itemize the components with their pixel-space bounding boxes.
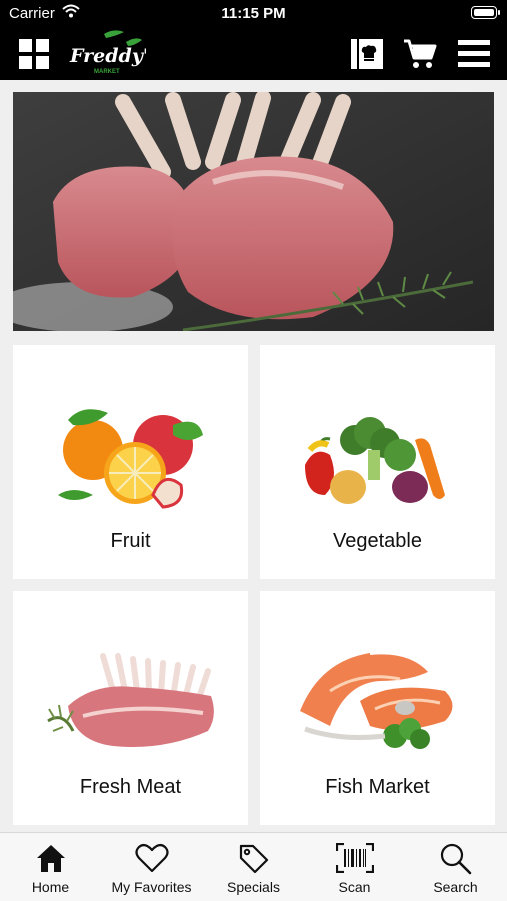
- chef-hat-book-icon[interactable]: [350, 28, 384, 80]
- tab-label: My Favorites: [111, 879, 192, 895]
- fresh-meat-image: [47, 653, 214, 747]
- cart-icon[interactable]: [402, 28, 438, 80]
- category-tile-vegetable[interactable]: Vegetable: [260, 345, 495, 579]
- top-nav-bar: Freddy's MARKET: [0, 28, 507, 80]
- category-label: Vegetable: [333, 530, 422, 552]
- tab-label: Search: [433, 879, 478, 895]
- status-bar: Carrier 11:15 PM: [0, 0, 507, 28]
- category-tile-fruit[interactable]: Fruit: [13, 345, 248, 579]
- grid-menu-icon[interactable]: [16, 28, 52, 80]
- tab-scan[interactable]: Scan: [304, 833, 405, 901]
- fruit-image: [58, 409, 203, 509]
- hamburger-menu-icon[interactable]: [456, 28, 492, 80]
- clock: 11:15 PM: [221, 5, 286, 22]
- category-tile-fish-market[interactable]: Fish Market: [260, 591, 495, 825]
- logo-text: Freddy's: [69, 45, 146, 67]
- heart-icon: [134, 843, 169, 873]
- battery-icon: [471, 6, 500, 19]
- tab-my-favorites[interactable]: My Favorites: [101, 833, 202, 901]
- home-content: Fruit Vegetable Fresh Meat Fish Market: [0, 80, 507, 832]
- bottom-tab-bar: Home My Favorites Specials Scan Search: [0, 832, 507, 901]
- logo-subtext: MARKET: [94, 69, 120, 75]
- barcode-icon: [335, 843, 374, 873]
- tab-label: Specials: [227, 879, 280, 895]
- lamb-rack-banner-image[interactable]: [13, 92, 494, 331]
- vegetable-image: [305, 417, 445, 504]
- tab-home[interactable]: Home: [0, 833, 101, 901]
- category-label: Fish Market: [325, 776, 430, 798]
- category-label: Fresh Meat: [79, 776, 182, 798]
- category-label: Fruit: [110, 530, 151, 552]
- fish-market-image: [300, 650, 453, 749]
- home-icon: [36, 845, 65, 872]
- tag-icon: [239, 844, 268, 874]
- category-tile-fresh-meat[interactable]: Fresh Meat: [13, 591, 248, 825]
- tab-specials[interactable]: Specials: [203, 833, 304, 901]
- tab-label: Home: [31, 879, 70, 895]
- search-icon: [440, 843, 471, 875]
- tab-label: Scan: [338, 879, 371, 895]
- freddys-market-logo[interactable]: Freddy's MARKET: [66, 28, 160, 80]
- tab-search[interactable]: Search: [405, 833, 506, 901]
